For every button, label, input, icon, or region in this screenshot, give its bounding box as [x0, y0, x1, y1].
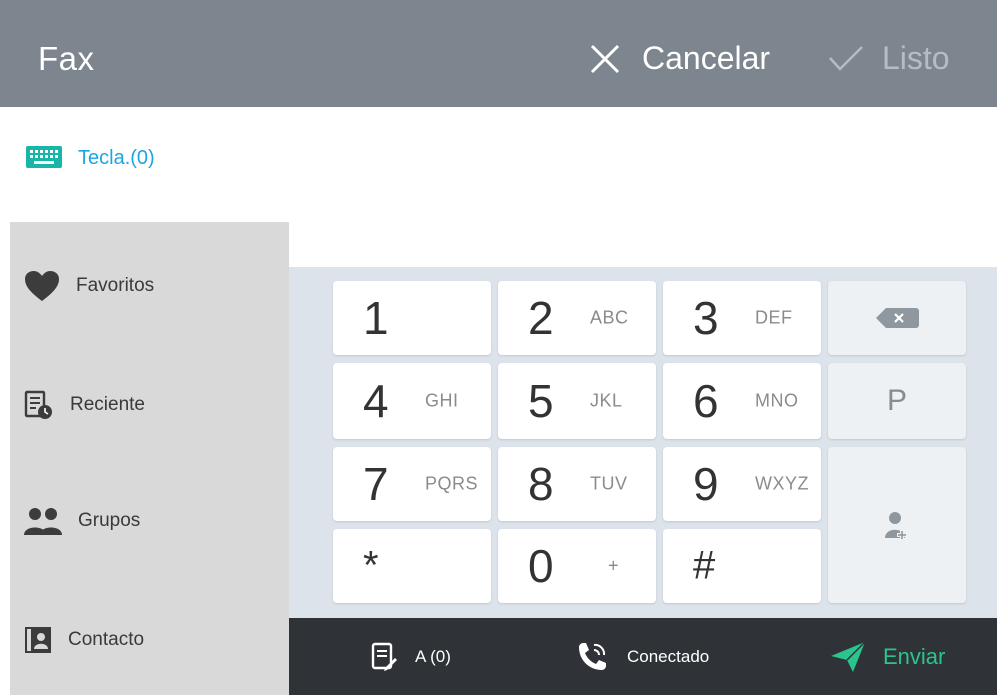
recipients-label: A (0) — [415, 646, 451, 666]
backspace-key[interactable] — [828, 281, 966, 355]
key-digit: 0 — [528, 540, 554, 592]
key-star[interactable]: * — [333, 529, 491, 603]
sidebar-item-groups[interactable]: Grupos — [24, 507, 140, 535]
key-1[interactable]: 1 — [333, 281, 491, 355]
sidebar-item-label: Reciente — [70, 394, 145, 415]
key-7[interactable]: 7 PQRS — [333, 447, 491, 521]
key-0[interactable]: 0 + — [498, 529, 656, 603]
close-icon — [590, 44, 620, 73]
sidebar-item-label: Favoritos — [76, 275, 155, 296]
key-letters: TUV — [590, 473, 628, 494]
check-icon — [829, 45, 863, 71]
key-2[interactable]: 2 ABC — [498, 281, 656, 355]
sidebar-item-label: Contacto — [68, 629, 145, 650]
key-letters: PQRS — [425, 473, 479, 494]
key-digit: 2 — [528, 292, 554, 344]
sidebar-item-label: Grupos — [78, 510, 141, 531]
heart-icon — [25, 271, 59, 301]
keyboard-icon — [26, 146, 62, 168]
send-icon — [831, 640, 866, 672]
connected-label: Conectado — [627, 646, 710, 666]
key-3[interactable]: 3 DEF — [663, 281, 821, 355]
key-digit: 7 — [363, 458, 389, 510]
key-digit: 1 — [363, 292, 389, 344]
key-digit: 6 — [693, 375, 719, 427]
key-9[interactable]: 9 WXYZ — [663, 447, 821, 521]
key-digit: 4 — [363, 375, 389, 427]
sidebar-item-contact[interactable]: Contacto — [24, 626, 144, 654]
title-bar: Fax Cancelar Listo — [0, 0, 997, 107]
add-contact-key-content — [828, 447, 966, 603]
key-letters: DEF — [755, 307, 793, 328]
key-letters: MNO — [755, 390, 799, 411]
key-digit: # — [693, 543, 716, 588]
backspace-icon — [876, 308, 919, 328]
recipients-button[interactable]: A (0) — [371, 618, 451, 695]
sidebar-item-recent[interactable]: Reciente — [24, 390, 145, 420]
add-contact-icon — [885, 512, 907, 540]
tab-keypad[interactable]: Tecla.(0) — [26, 146, 155, 170]
connected-toggle[interactable]: Conectado — [575, 618, 709, 695]
sidebar: Favoritos Reciente Grupos Contacto — [10, 222, 289, 695]
sidebar-item-favorites[interactable]: Favoritos — [24, 270, 154, 302]
key-digit: 9 — [693, 458, 719, 510]
action-bar: A (0) Conectado Enviar — [289, 618, 997, 695]
key-hash[interactable]: # — [663, 529, 821, 603]
key-letters: GHI — [425, 390, 459, 411]
send-button[interactable]: Enviar — [829, 618, 945, 695]
key-digit: 5 — [528, 375, 554, 427]
done-button[interactable]: Listo — [828, 40, 950, 77]
key-6[interactable]: 6 MNO — [663, 363, 821, 439]
key-letters: + — [608, 555, 620, 576]
dial-pad: 1 2 ABC 3 DEF 4 GHI 5 JKL 6 MNO P 7 PQRS… — [289, 267, 997, 618]
contact-icon — [25, 627, 51, 653]
key-8[interactable]: 8 TUV — [498, 447, 656, 521]
add-contact-key[interactable] — [828, 447, 966, 603]
send-label: Enviar — [883, 643, 946, 669]
document-edit-icon — [371, 642, 397, 671]
backspace-key-content — [828, 281, 966, 355]
key-digit: * — [363, 543, 379, 588]
pause-key-content: P — [828, 363, 966, 439]
page-title: Fax — [38, 40, 95, 77]
key-4[interactable]: 4 GHI — [333, 363, 491, 439]
pause-key[interactable]: P — [828, 363, 966, 439]
key-digit: 8 — [528, 458, 554, 510]
cancel-button[interactable]: Cancelar — [588, 40, 770, 77]
tab-keypad-label: Tecla.(0) — [78, 146, 155, 169]
key-digit: 3 — [693, 292, 719, 344]
done-label: Listo — [882, 40, 950, 76]
key-5[interactable]: 5 JKL — [498, 363, 656, 439]
groups-icon — [24, 508, 62, 535]
key-letters: ABC — [590, 307, 629, 328]
key-letters: WXYZ — [755, 473, 809, 494]
pause-label: P — [886, 384, 907, 417]
recent-icon — [24, 390, 52, 419]
phone-icon — [579, 642, 606, 670]
key-letters: JKL — [590, 390, 623, 411]
cancel-label: Cancelar — [642, 40, 771, 76]
